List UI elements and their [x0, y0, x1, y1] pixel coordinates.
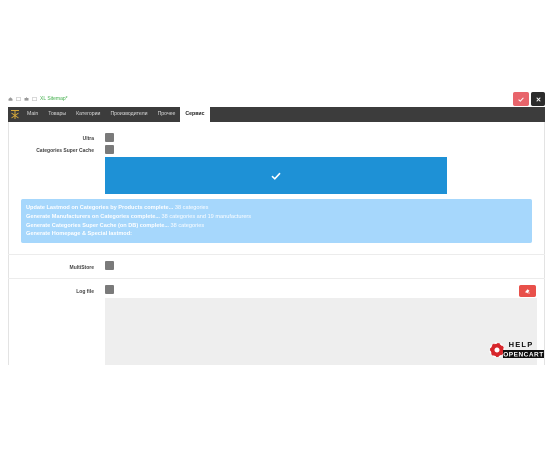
logfile-checkbox[interactable]: [105, 285, 114, 294]
divider: [8, 278, 545, 279]
check-icon: [271, 172, 281, 180]
svg-text:OPENCART: OPENCART: [503, 352, 543, 359]
app-logo-icon: [8, 107, 22, 122]
divider: [8, 254, 545, 255]
result-line: Generate Homepage & Special lastmod:: [26, 231, 133, 238]
tab-categories[interactable]: Категории: [71, 107, 105, 122]
multistore-label: MultiStore: [69, 265, 94, 271]
tab-products[interactable]: Товары: [43, 107, 71, 122]
result-line: Update Lastmod on Categories by Products…: [26, 205, 209, 211]
ultra-label: Ultra: [82, 136, 94, 142]
close-icon: [535, 96, 541, 102]
tab-service[interactable]: Сервис: [180, 107, 210, 122]
tab-main[interactable]: Main: [22, 107, 43, 122]
result-alert: Update Lastmod on Categories by Products…: [21, 199, 532, 243]
save-button[interactable]: [513, 92, 529, 106]
folder-icon[interactable]: [32, 97, 37, 101]
svg-text:HELP: HELP: [509, 340, 534, 349]
multistore-checkbox[interactable]: [105, 261, 114, 270]
breadcrumb: XL Sitemap*: [8, 94, 68, 104]
supercache-checkbox[interactable]: [105, 145, 114, 154]
result-line: Generate Manufacturers on Categories com…: [26, 213, 252, 220]
home-icon[interactable]: [8, 97, 13, 101]
ultra-checkbox[interactable]: [105, 133, 114, 142]
puzzle-icon[interactable]: [24, 97, 29, 101]
tabs: Main Товары Категории Производители Проч…: [22, 107, 210, 122]
clear-log-button[interactable]: [519, 285, 536, 297]
eraser-icon: [525, 289, 530, 294]
logfile-label: Log file: [76, 289, 94, 295]
run-generate-button[interactable]: [105, 157, 447, 194]
log-textarea[interactable]: [105, 298, 537, 365]
supercache-label: Categories Super Cache: [36, 148, 94, 154]
close-button[interactable]: [531, 92, 545, 106]
tab-manufacturers[interactable]: Производители: [105, 107, 152, 122]
check-icon: [518, 96, 524, 102]
folder-icon[interactable]: [16, 97, 21, 101]
tab-other[interactable]: Прочее: [153, 107, 181, 122]
helpopencart-watermark-logo: HELP OPENCART: [488, 336, 544, 364]
breadcrumb-current[interactable]: XL Sitemap*: [40, 96, 68, 102]
result-line: Generate Categories Super Cache (on DB) …: [26, 222, 205, 229]
